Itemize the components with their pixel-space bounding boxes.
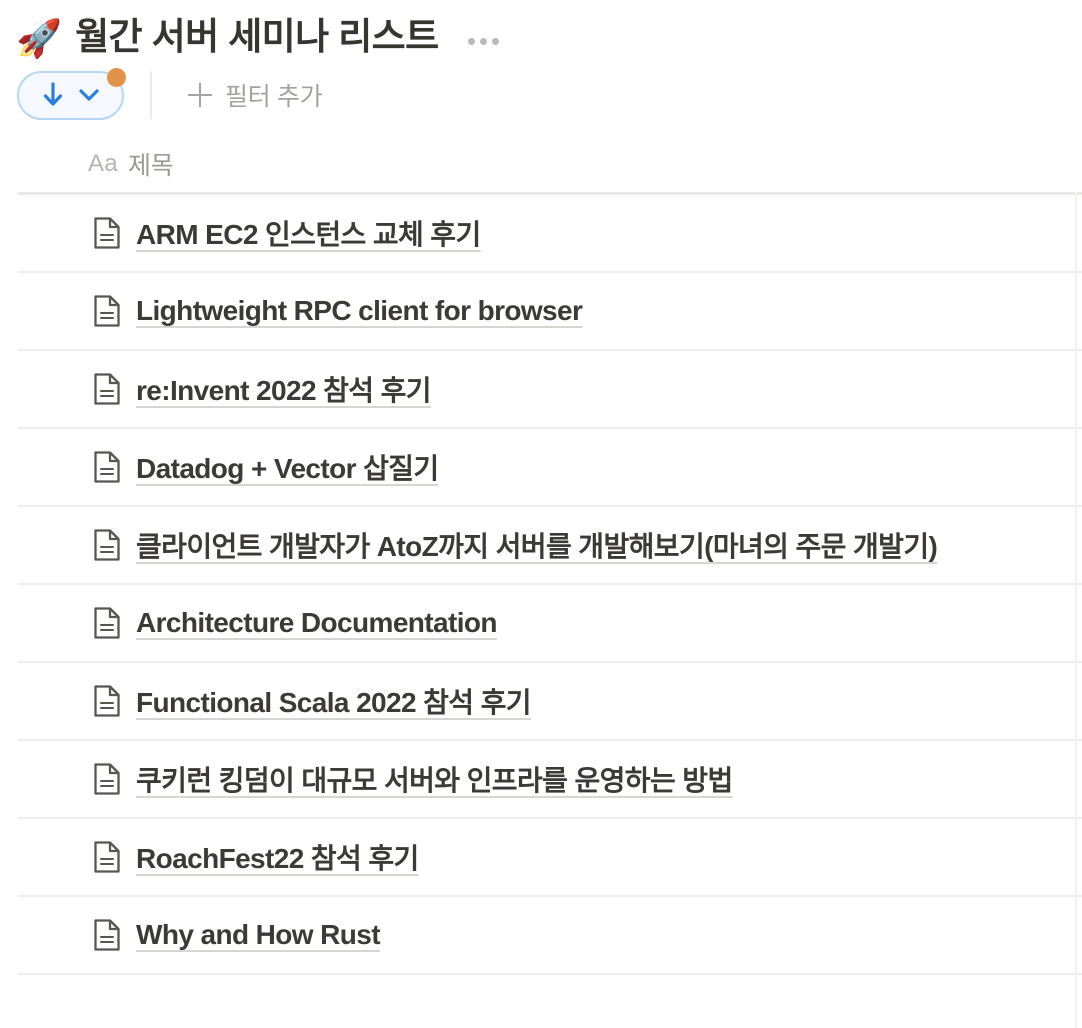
page-icon [92, 840, 122, 874]
rocket-emoji-icon: 🚀 [16, 17, 63, 59]
add-filter-label: 필터 추가 [225, 83, 323, 111]
page-title-link[interactable]: RoachFest22 참석 후기 [136, 837, 419, 877]
page-title-link[interactable]: Architecture Documentation [136, 607, 498, 639]
page-title-link[interactable]: Datadog + Vector 삽질기 [136, 447, 439, 487]
page-icon [92, 372, 122, 406]
page-icon [92, 294, 122, 328]
table-row[interactable]: RoachFest22 참석 후기 [0, 819, 1082, 895]
table-row[interactable]: re:Invent 2022 참석 후기 [0, 351, 1082, 427]
add-filter-button[interactable]: 필터 추가 [188, 77, 323, 113]
page-icon [92, 216, 122, 250]
table-row[interactable]: Datadog + Vector 삽질기 [0, 429, 1082, 505]
table-row[interactable]: ARM EC2 인스턴스 교체 후기 [0, 195, 1082, 271]
page-icon [92, 528, 122, 562]
table-row[interactable]: Architecture Documentation [0, 585, 1082, 661]
chevron-down-icon [78, 87, 100, 103]
page-icon [92, 918, 122, 952]
page-title-link[interactable]: Lightweight RPC client for browser [136, 295, 583, 327]
page-icon [92, 450, 122, 484]
page-title-link[interactable]: Functional Scala 2022 참석 후기 [136, 681, 532, 721]
sort-button[interactable] [17, 67, 126, 120]
page-title-link[interactable]: re:Invent 2022 참석 후기 [136, 369, 432, 409]
page-title: 월간 서버 세미나 리스트 [75, 15, 439, 57]
arrow-down-icon [42, 82, 64, 108]
row-divider [18, 973, 1082, 975]
ellipsis-dot-icon [479, 37, 487, 45]
page-title-link[interactable]: 쿠키런 킹덤이 대규모 서버와 인프라를 운영하는 방법 [136, 759, 733, 799]
ellipsis-dot-icon [491, 37, 499, 45]
table-row[interactable]: 클라이언트 개발자가 AtoZ까지 서버를 개발해보기(마녀의 주문 개발기) [0, 507, 1082, 583]
view-toolbar: 필터 추가 [0, 62, 1082, 128]
page-icon [92, 762, 122, 796]
page-title-link[interactable]: Why and How Rust [136, 919, 381, 951]
page-more-options-button[interactable] [467, 37, 499, 45]
toolbar-divider [150, 71, 152, 119]
page-header: 🚀 월간 서버 세미나 리스트 [0, 0, 1082, 62]
plus-icon [188, 83, 212, 107]
column-edge-divider [1075, 192, 1077, 1028]
database-table: Aa 제목 ARM EC2 인스턴스 교체 후기 Lightweight RPC… [0, 136, 1082, 1028]
table-row[interactable]: Functional Scala 2022 참석 후기 [0, 663, 1082, 739]
page-icon [92, 684, 122, 718]
database-list-page: 🚀 월간 서버 세미나 리스트 필터 추가 Aa 제목 ARM EC2 인스턴스… [0, 0, 1082, 1028]
sort-active-badge-icon [107, 67, 126, 87]
page-icon [92, 606, 122, 640]
column-header-label: 제목 [127, 152, 174, 180]
column-header-title[interactable]: Aa 제목 [0, 136, 1082, 192]
text-type-icon: Aa [88, 150, 118, 177]
table-row[interactable]: Lightweight RPC client for browser [0, 273, 1082, 349]
table-row[interactable]: 쿠키런 킹덤이 대규모 서버와 인프라를 운영하는 방법 [0, 741, 1082, 817]
table-row[interactable]: Why and How Rust [0, 897, 1082, 973]
page-title-link[interactable]: 클라이언트 개발자가 AtoZ까지 서버를 개발해보기(마녀의 주문 개발기) [136, 525, 938, 565]
ellipsis-dot-icon [467, 37, 475, 45]
page-title-link[interactable]: ARM EC2 인스턴스 교체 후기 [136, 213, 481, 253]
